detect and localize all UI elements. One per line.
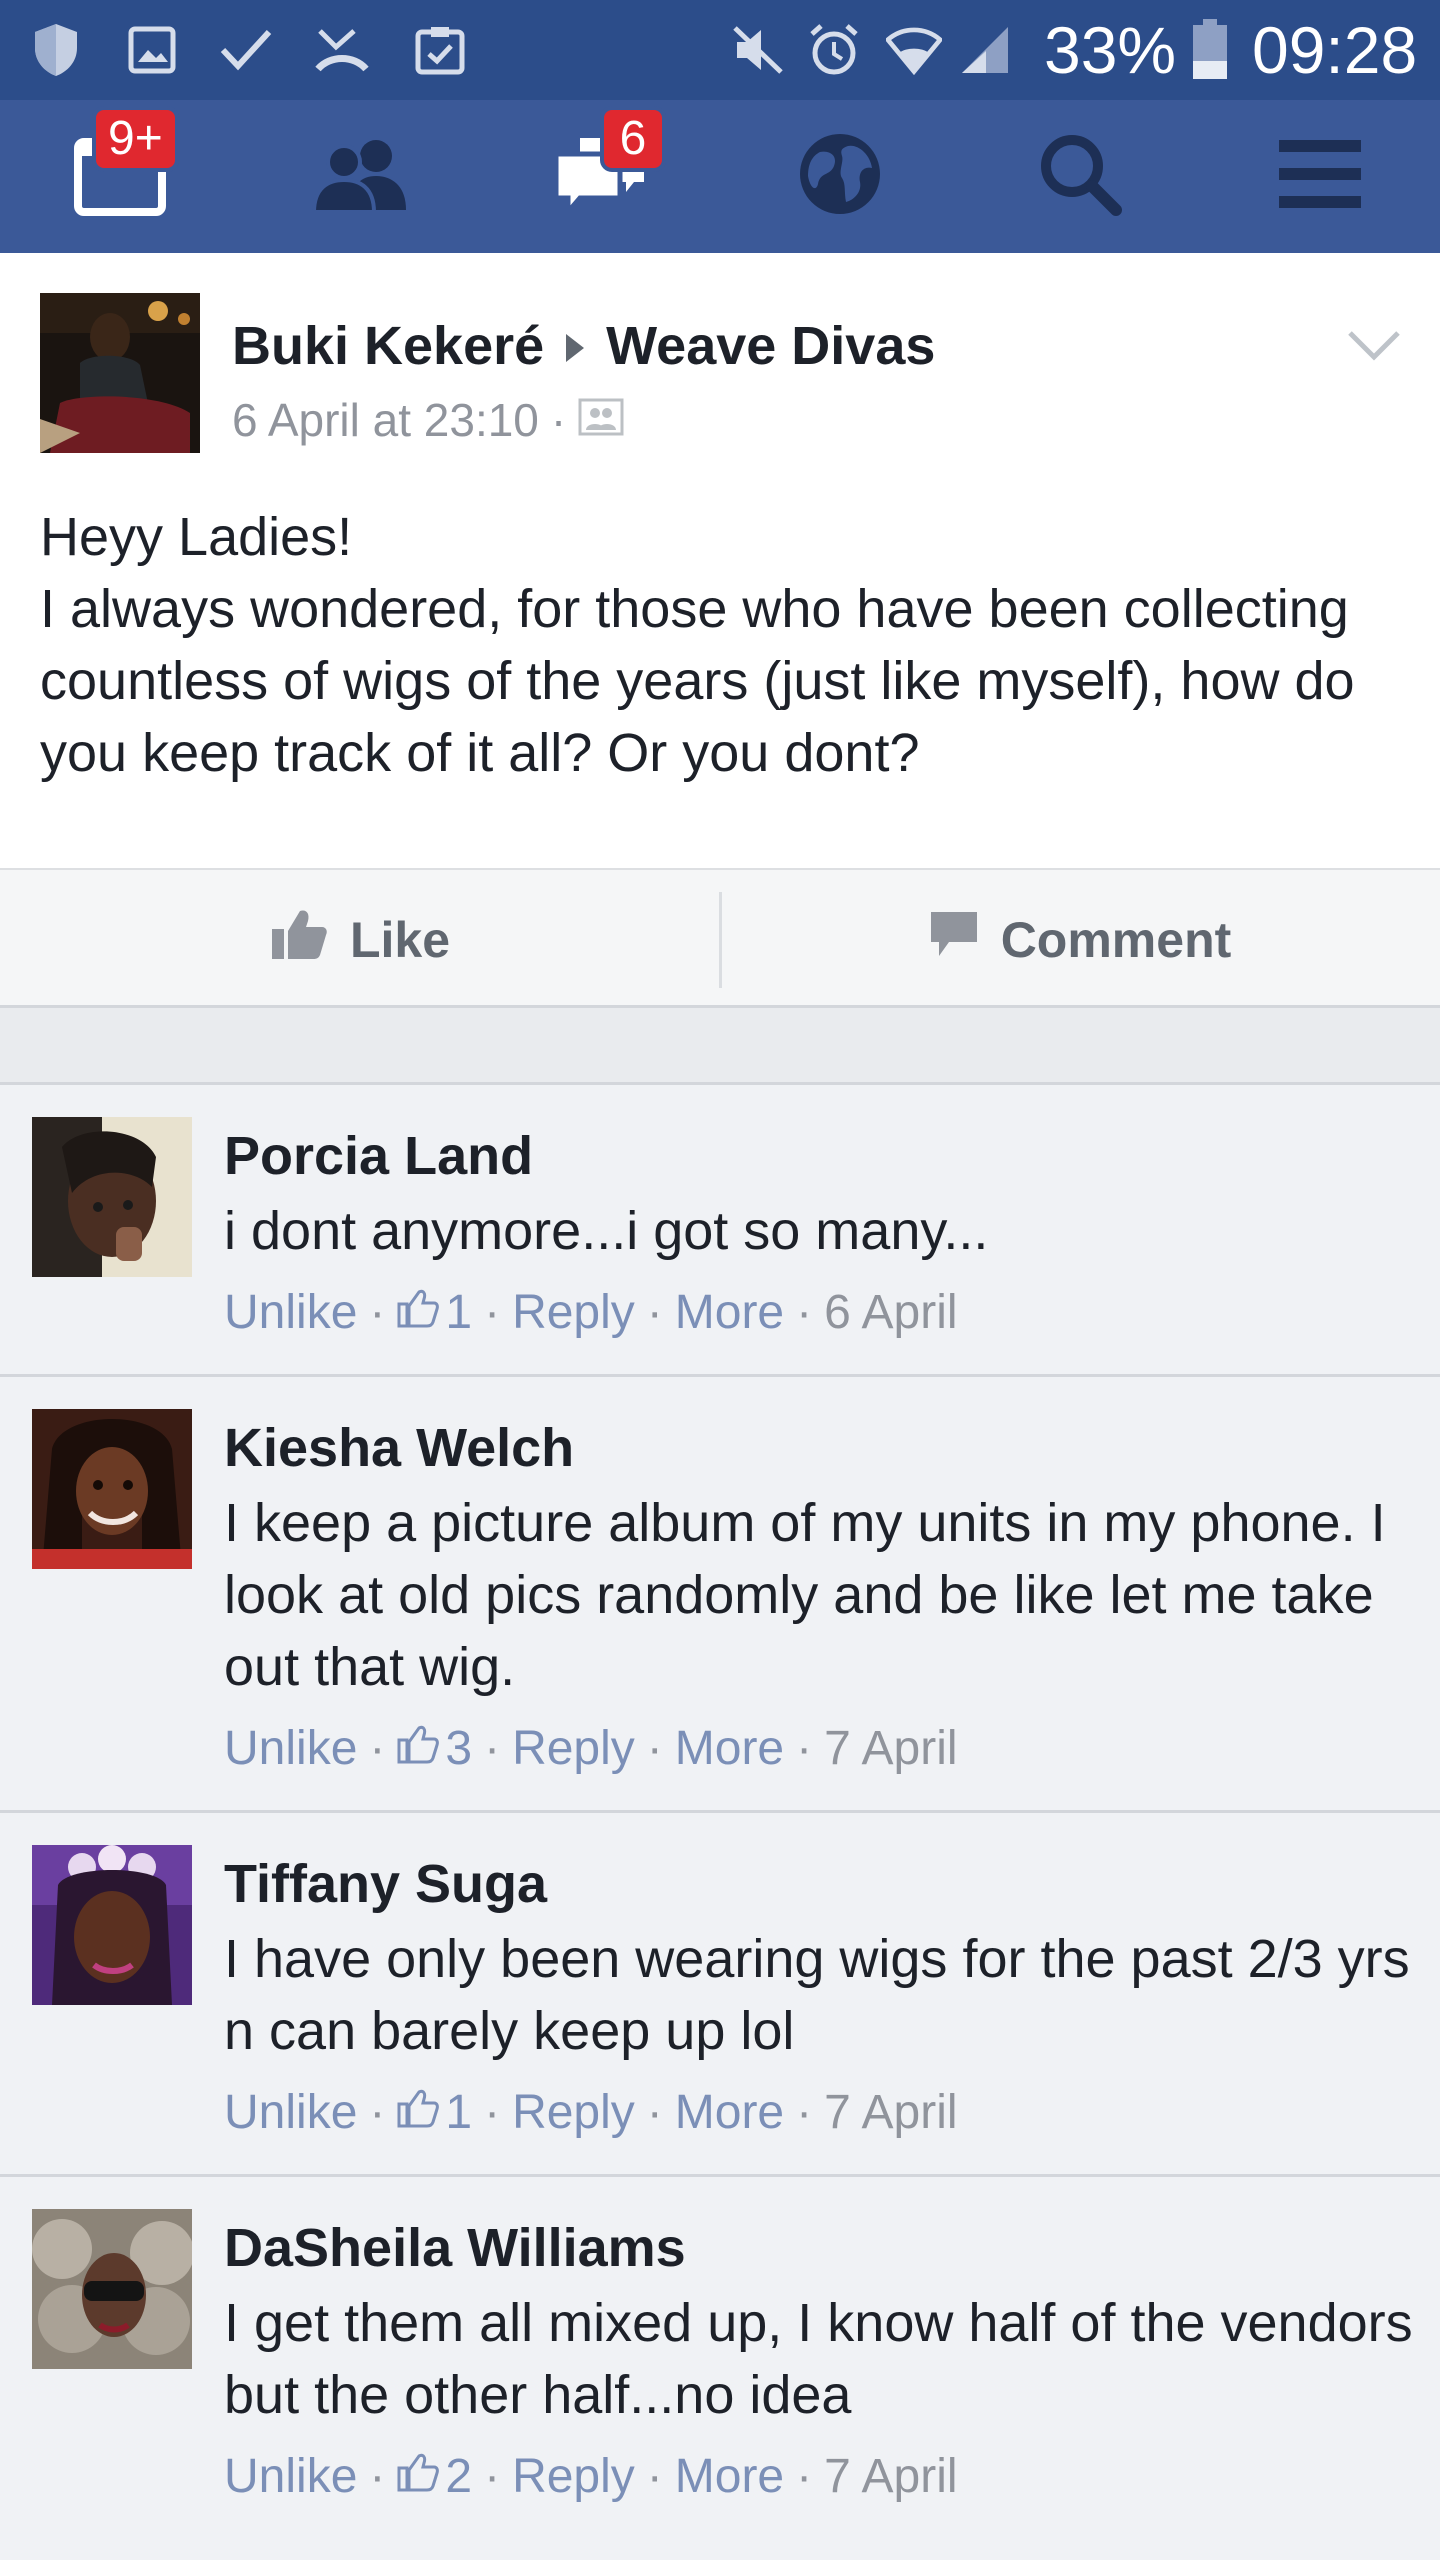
tab-news-feed[interactable]: 9+	[0, 100, 240, 253]
friends-icon	[310, 136, 410, 217]
menu-icon	[1277, 138, 1363, 215]
commenter-avatar[interactable]	[32, 1409, 192, 1569]
messages-badge: 6	[600, 106, 666, 172]
post-action-bar: Like Comment	[0, 868, 1440, 1008]
post-body: Heyy Ladies! I always wondered, for thos…	[40, 501, 1410, 789]
like-count[interactable]: 3	[445, 1721, 472, 1776]
battery-percent: 33%	[1044, 13, 1177, 87]
triangle-right-icon	[564, 315, 586, 377]
like-label: Like	[349, 912, 451, 968]
mute-icon	[730, 22, 786, 78]
like-count-icon	[397, 1721, 445, 1776]
search-icon	[1038, 132, 1122, 221]
missed-call-icon	[314, 22, 370, 78]
unlike-link[interactable]: Unlike	[224, 2085, 357, 2140]
chevron-down-icon[interactable]	[1346, 329, 1402, 368]
like-count-icon	[397, 2449, 445, 2504]
comment-actions: Unlike · 1 · Reply · More · 6 April	[224, 1285, 958, 1340]
more-link[interactable]: More	[675, 2449, 784, 2504]
comment-label: Comment	[1000, 912, 1232, 968]
post-group-name[interactable]: Weave Divas	[606, 315, 935, 377]
tab-search[interactable]	[960, 100, 1200, 253]
unlike-link[interactable]: Unlike	[224, 2449, 357, 2504]
thumbs-up-icon	[270, 907, 350, 973]
comment-bubble-icon	[929, 910, 1001, 970]
like-button[interactable]: Like	[0, 870, 720, 1010]
post-meta: 6 April at 23:10 ·	[232, 393, 624, 447]
comment-actions: Unlike · 1 · Reply · More · 7 April	[224, 2085, 958, 2140]
like-count-icon	[397, 2085, 445, 2140]
like-count[interactable]: 1	[445, 1285, 472, 1340]
image-icon	[124, 22, 180, 78]
comment-date: 7 April	[824, 1722, 958, 1775]
meta-separator: ·	[550, 394, 567, 446]
unlike-link[interactable]: Unlike	[224, 1721, 357, 1776]
comment-button[interactable]: Comment	[720, 870, 1440, 1010]
check-icon	[218, 22, 274, 78]
comment-actions: Unlike · 3 · Reply · More · 7 April	[224, 1721, 958, 1776]
post-author-avatar[interactable]	[40, 293, 200, 453]
comment-actions: Unlike · 2 · Reply · More · 7 April	[224, 2449, 958, 2504]
audience-members-icon	[578, 393, 624, 447]
commenter-avatar[interactable]	[32, 2209, 192, 2369]
commenter-avatar[interactable]	[32, 1117, 192, 1277]
comment: Kiesha Welch I keep a picture album of m…	[0, 1374, 1440, 1810]
post-body-line: Heyy Ladies!	[40, 507, 353, 567]
more-link[interactable]: More	[675, 1721, 784, 1776]
shield-icon	[28, 22, 84, 78]
like-count[interactable]: 2	[445, 2449, 472, 2504]
commenter-name[interactable]: Kiesha Welch	[224, 1417, 574, 1479]
comment: Tiffany Suga I have only been wearing wi…	[0, 1810, 1440, 2174]
comment-date: 7 April	[824, 2450, 958, 2503]
top-nav-bar: 9+ 6	[0, 100, 1440, 253]
like-count[interactable]: 1	[445, 2085, 472, 2140]
tab-menu[interactable]	[1200, 100, 1440, 253]
comment-date: 6 April	[824, 1286, 958, 1339]
battery-icon	[1182, 19, 1238, 79]
commenter-avatar[interactable]	[32, 1845, 192, 2005]
post-card: Buki Kekeré Weave Divas 6 April at 23:10…	[0, 253, 1440, 868]
commenter-name[interactable]: DaSheila Williams	[224, 2217, 686, 2279]
notifications-badge: 9+	[92, 106, 179, 172]
tab-messages[interactable]: 6	[480, 100, 720, 253]
tab-friends[interactable]	[240, 100, 480, 253]
wifi-icon	[886, 22, 942, 78]
clock: 09:28	[1252, 13, 1418, 87]
commenter-name[interactable]: Porcia Land	[224, 1125, 533, 1187]
like-count-icon	[397, 1285, 445, 1340]
reply-link[interactable]: Reply	[512, 1285, 635, 1340]
comment-text: I get them all mixed up, I know half of …	[224, 2293, 1413, 2425]
reply-link[interactable]: Reply	[512, 1721, 635, 1776]
commenter-name[interactable]: Tiffany Suga	[224, 1853, 547, 1915]
reply-link[interactable]: Reply	[512, 2085, 635, 2140]
comment: DaSheila Williams I get them all mixed u…	[0, 2174, 1440, 2560]
tab-notifications[interactable]	[720, 100, 960, 253]
globe-icon	[798, 132, 882, 221]
more-link[interactable]: More	[675, 2085, 784, 2140]
more-link[interactable]: More	[675, 1285, 784, 1340]
clipboard-icon	[412, 22, 468, 78]
comment-date: 7 April	[824, 2086, 958, 2139]
comment-text: I keep a picture album of my units in my…	[224, 1493, 1386, 1697]
post-timestamp[interactable]: 6 April at 23:10	[232, 393, 539, 447]
unlike-link[interactable]: Unlike	[224, 1285, 357, 1340]
post-header: Buki Kekeré Weave Divas	[232, 315, 935, 377]
reply-link[interactable]: Reply	[512, 2449, 635, 2504]
comment: Porcia Land i dont anymore...i got so ma…	[0, 1082, 1440, 1374]
comment-text: I have only been wearing wigs for the pa…	[224, 1929, 1410, 2061]
alarm-icon	[806, 22, 862, 78]
status-bar: 33% 09:28	[0, 0, 1440, 100]
comment-text: i dont anymore...i got so many...	[224, 1201, 989, 1261]
post-author-name[interactable]: Buki Kekeré	[232, 315, 544, 377]
post-body-line: I always wondered, for those who have be…	[40, 579, 1355, 783]
signal-icon	[956, 22, 1012, 78]
